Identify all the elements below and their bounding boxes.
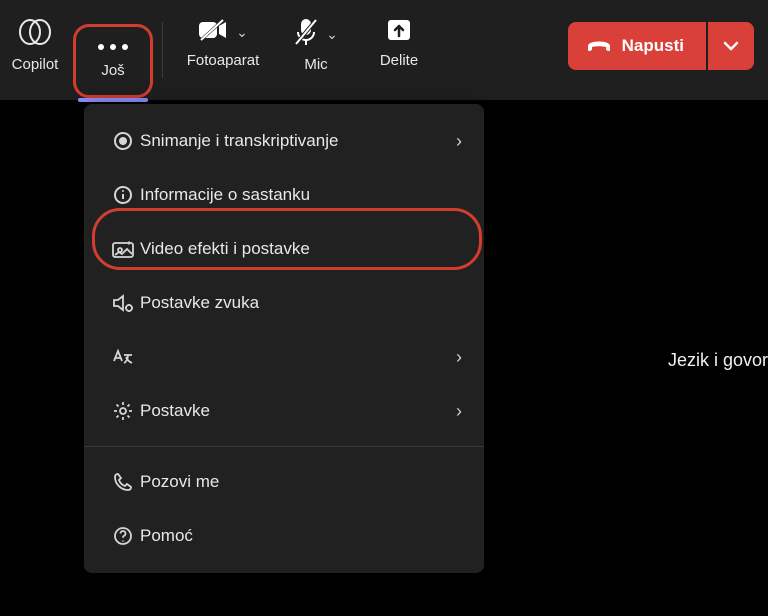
menu-item-meeting-info[interactable]: Informacije o sastanku [84, 168, 484, 222]
info-icon [106, 185, 140, 205]
copilot-icon [18, 18, 52, 50]
menu-label: Video efekti i postavke [140, 239, 462, 259]
gear-icon [106, 401, 140, 421]
leave-button[interactable]: Napusti [568, 22, 706, 70]
menu-label: Postavke zvuka [140, 293, 462, 313]
chevron-right-icon: › [456, 347, 462, 368]
menu-label: Postavke [140, 401, 456, 421]
menu-item-settings[interactable]: Postavke › [84, 384, 484, 438]
toolbar-divider [162, 22, 163, 78]
copilot-label: Copilot [12, 56, 59, 73]
menu-item-audio-settings[interactable]: Postavke zvuka [84, 276, 484, 330]
more-button[interactable]: Još [70, 0, 156, 98]
mic-label: Mic [304, 56, 327, 73]
help-icon [106, 526, 140, 546]
meeting-toolbar: Copilot Još ⌄ Fotoaparat [0, 0, 768, 100]
copilot-button[interactable]: Copilot [0, 0, 70, 73]
side-label: Jezik i govor [668, 350, 768, 371]
menu-item-recording[interactable]: Snimanje i transkriptivanje › [84, 114, 484, 168]
menu-item-call-me[interactable]: Pozovi me [84, 455, 484, 509]
camera-off-icon [198, 18, 228, 46]
more-menu: Snimanje i transkriptivanje › Informacij… [84, 104, 484, 573]
share-button[interactable]: Delite [359, 0, 439, 69]
chevron-right-icon: › [456, 131, 462, 152]
language-icon [106, 347, 140, 367]
menu-item-video-effects[interactable]: Video efekti i postavke [84, 222, 484, 276]
mic-off-icon [294, 18, 318, 50]
record-icon [106, 131, 140, 151]
menu-label: Snimanje i transkriptivanje [140, 131, 456, 151]
chevron-down-icon[interactable]: ⌄ [236, 24, 248, 41]
speaker-settings-icon [106, 293, 140, 313]
leave-dropdown[interactable] [708, 22, 754, 70]
share-label: Delite [380, 52, 418, 69]
video-effects-icon [106, 240, 140, 258]
mic-button[interactable]: ⌄ Mic [273, 0, 359, 73]
hangup-icon [586, 36, 612, 56]
leave-area: Napusti [568, 22, 754, 70]
camera-button[interactable]: ⌄ Fotoaparat [173, 0, 273, 69]
more-label: Još [101, 62, 124, 79]
leave-label: Napusti [622, 36, 684, 56]
menu-item-help[interactable]: Pomoć [84, 509, 484, 563]
chevron-right-icon: › [456, 401, 462, 422]
chevron-down-icon[interactable]: ⌄ [326, 26, 338, 43]
camera-label: Fotoaparat [187, 52, 260, 69]
active-tab-indicator [78, 98, 148, 102]
menu-divider [84, 446, 484, 447]
share-icon [386, 18, 412, 46]
more-icon [98, 44, 128, 50]
menu-label: Pozovi me [140, 472, 462, 492]
chevron-down-icon [723, 41, 739, 51]
menu-label: Informacije o sastanku [140, 185, 462, 205]
more-highlight-box: Još [73, 24, 153, 98]
menu-item-language[interactable]: › [84, 330, 484, 384]
menu-label: Pomoć [140, 526, 462, 546]
phone-icon [106, 472, 140, 492]
